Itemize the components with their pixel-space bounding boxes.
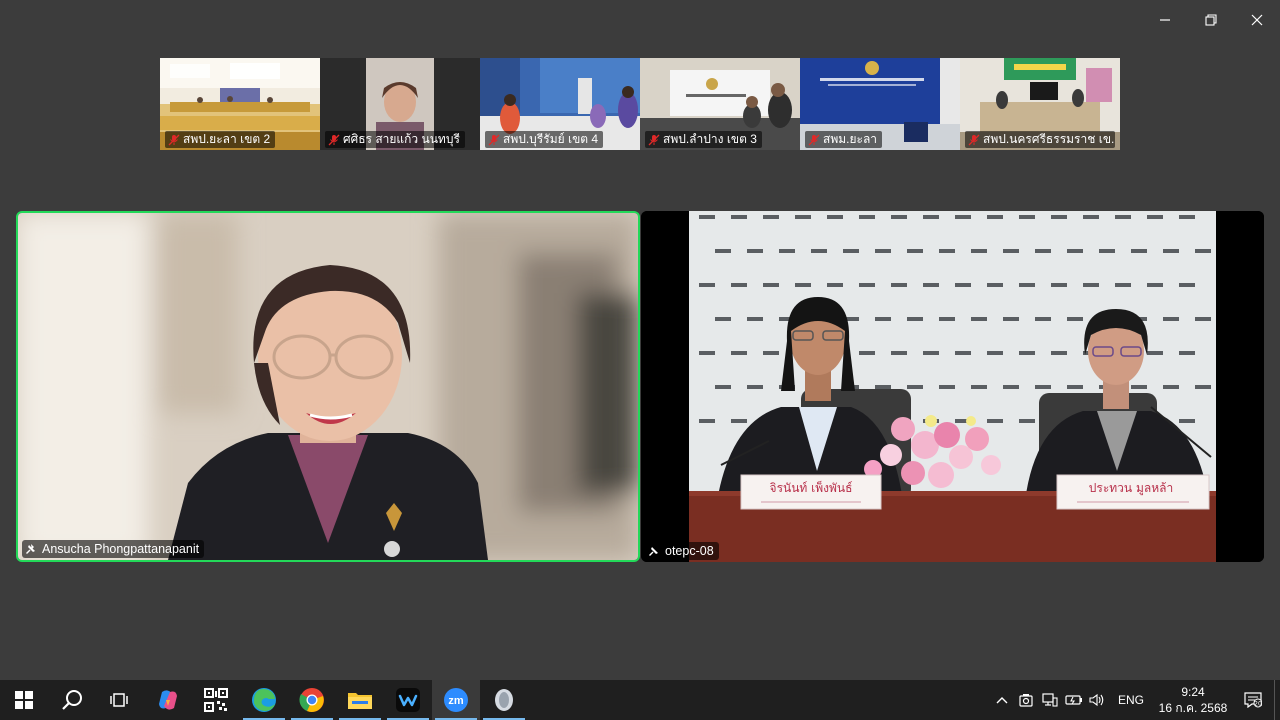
mic-muted-icon [968, 134, 980, 145]
participant-name: ศศิธร สายแก้ว นนทบุรี [343, 132, 460, 146]
close-button[interactable] [1243, 6, 1271, 34]
close-icon [1251, 14, 1263, 26]
network-icon [1042, 693, 1058, 707]
participant-thumbnail[interactable]: สพป.ยะลา เขต 2 [160, 58, 320, 150]
participant-name: สพป.ยะลา เขต 2 [183, 132, 271, 146]
show-hidden-icons-button[interactable] [990, 680, 1014, 720]
participant-name: สพม.ยะลา [823, 132, 878, 146]
meet-now-button[interactable] [1014, 680, 1038, 720]
copilot-icon [159, 690, 177, 710]
pin-icon [26, 544, 35, 554]
camera-icon [1019, 694, 1033, 707]
nameplate-right: ประทวน มูลหล้า [1089, 481, 1173, 496]
start-button[interactable] [0, 680, 48, 720]
participant-thumbnail[interactable]: สพป.บุรีรัมย์ เขต 4 [480, 58, 640, 150]
volume-icon [1089, 693, 1104, 707]
participant-name: สพป.นครศรีธรรมราช เข... [983, 132, 1115, 146]
pin-icon [649, 547, 658, 556]
participant-name-label: otepc-08 [645, 542, 719, 560]
zoom-app-icon: zm [444, 688, 468, 712]
network-button[interactable] [1038, 680, 1062, 720]
mic-muted-icon [808, 134, 820, 145]
restore-button[interactable] [1197, 6, 1225, 34]
chevron-up-icon [996, 697, 1008, 704]
mic-muted-icon [168, 134, 180, 145]
edge-button[interactable] [240, 680, 288, 720]
participant-name: สพป.ลำปาง เขต 3 [663, 132, 757, 146]
wps-app-button[interactable] [384, 680, 432, 720]
system-tray: ENG 9:24 16 ก.ค. 2568 20 [990, 680, 1280, 720]
participant-name: สพป.บุรีรัมย์ เขต 4 [503, 132, 599, 146]
qr-app-button[interactable] [192, 680, 240, 720]
clock-time: 9:24 [1181, 685, 1205, 699]
search-button[interactable] [48, 680, 96, 720]
misc-app-button[interactable] [480, 680, 528, 720]
clock-date: 16 ก.ค. 2568 [1158, 701, 1228, 715]
participant-name: Ansucha Phongpattanapanit [42, 542, 200, 556]
participant-name: otepc-08 [665, 544, 714, 558]
participant-thumbnail[interactable]: สพป.ลำปาง เขต 3 [640, 58, 800, 150]
notification-center-button[interactable]: 20 [1232, 680, 1274, 720]
task-view-button[interactable] [96, 680, 144, 720]
participant-name-label: Ansucha Phongpattanapanit [22, 540, 205, 558]
zoom-button[interactable]: zm [432, 680, 480, 720]
chrome-browser-icon [299, 688, 324, 712]
svg-text:20: 20 [1254, 701, 1262, 708]
chrome-button[interactable] [288, 680, 336, 720]
copilot-button[interactable] [144, 680, 192, 720]
active-speaker-tile[interactable]: Ansucha Phongpattanapanit [16, 211, 640, 562]
participant-thumbnail[interactable]: ศศิธร สายแก้ว นนทบุรี [320, 58, 480, 150]
zoom-meeting-window: สพป.ยะลา เขต 2 ศศิธร สายแก้ว นนทบุรี สพป… [0, 0, 1280, 720]
battery-button[interactable] [1062, 680, 1086, 720]
folder-icon [348, 693, 372, 709]
mic-muted-icon [328, 134, 340, 145]
participant-thumbnail[interactable]: สพป.นครศรีธรรมราช เข... [960, 58, 1120, 150]
nameplate-left: จิรนันท์ เพ็งพันธ์ [770, 480, 853, 495]
restore-icon [1205, 14, 1217, 26]
wps-app-icon [396, 688, 420, 712]
show-desktop-button[interactable] [1274, 680, 1280, 720]
participant-thumbnail[interactable]: สพม.ยะลา [800, 58, 960, 150]
mic-muted-icon [648, 134, 660, 145]
windows-taskbar: zm ENG 9:24 16 ก.ค. 2568 20 [0, 680, 1280, 720]
volume-button[interactable] [1086, 680, 1110, 720]
minimize-button[interactable] [1151, 6, 1179, 34]
participant-name-label: สพป.บุรีรัมย์ เขต 4 [485, 131, 604, 148]
speaker-video [18, 213, 638, 560]
input-language-button[interactable]: ENG [1110, 693, 1154, 707]
participant-video: จิรนันท์ เพ็งพันธ์ ประทวน มูลหล้า [641, 211, 1264, 562]
mic-muted-icon [488, 134, 500, 145]
participant-name-label: สพป.ยะลา เขต 2 [165, 131, 276, 148]
qr-code-icon [204, 688, 228, 712]
task-view-icon [110, 693, 128, 707]
minimize-icon [1160, 19, 1170, 21]
svg-text:zm: zm [448, 695, 464, 707]
notification-icon: 20 [1244, 692, 1262, 708]
gallery-strip: สพป.ยะลา เขต 2 ศศิธร สายแก้ว นนทบุรี สพป… [160, 58, 1120, 150]
participant-name-label: สพม.ยะลา [805, 131, 883, 148]
participant-tile[interactable]: จิรนันท์ เพ็งพันธ์ ประทวน มูลหล้า otepc-… [641, 211, 1264, 562]
battery-icon [1065, 695, 1082, 705]
search-icon [62, 690, 82, 710]
edge-browser-icon [252, 688, 276, 712]
participant-name-label: ศศิธร สายแก้ว นนทบุรี [325, 131, 465, 148]
windows-start-icon [15, 691, 33, 709]
participant-name-label: สพป.ลำปาง เขต 3 [645, 131, 762, 148]
clock-button[interactable]: 9:24 16 ก.ค. 2568 [1154, 684, 1232, 716]
app-icon [495, 689, 513, 711]
participant-name-label: สพป.นครศรีธรรมราช เข... [965, 131, 1115, 148]
file-explorer-button[interactable] [336, 680, 384, 720]
